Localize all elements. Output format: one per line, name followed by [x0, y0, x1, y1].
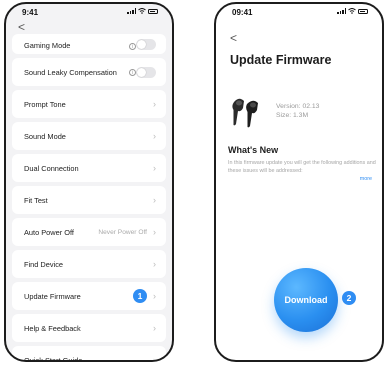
- chevron-right-icon: ›: [153, 131, 156, 141]
- chevron-right-icon: ›: [153, 195, 156, 205]
- chevron-right-icon: ›: [153, 323, 156, 333]
- settings-row-prompt-tone[interactable]: Prompt Tone ›: [12, 90, 166, 118]
- earbuds-image: [232, 98, 258, 128]
- back-button[interactable]: <: [18, 20, 25, 34]
- status-bar: 09:41: [216, 4, 382, 20]
- firmware-size: Size: 1.3M: [276, 112, 309, 119]
- settings-row-label: Sound Leaky Compensation: [24, 67, 117, 77]
- chevron-right-icon: ›: [153, 163, 156, 173]
- settings-row-label: Auto Power Off: [24, 227, 74, 237]
- toggle-switch[interactable]: [136, 39, 156, 50]
- settings-row-fit-test[interactable]: Fit Test ›: [12, 186, 166, 214]
- whats-new-heading: What's New: [228, 145, 279, 155]
- chevron-right-icon: ›: [153, 355, 156, 362]
- settings-row-value: Never Power Off: [98, 228, 147, 236]
- settings-row-label: Sound Mode: [24, 131, 66, 141]
- settings-row-label: Dual Connection: [24, 163, 79, 173]
- settings-row-quick-start-guide[interactable]: Quick Start Guide ›: [12, 346, 166, 362]
- whats-new-description: In this firmware update you will get the…: [228, 160, 376, 174]
- chevron-right-icon: ›: [153, 291, 156, 301]
- signal-icon: [127, 8, 136, 14]
- settings-row-update-firmware[interactable]: Update Firmware 1 ›: [12, 282, 166, 310]
- settings-row-help-feedback[interactable]: Help & Feedback ›: [12, 314, 166, 342]
- info-icon[interactable]: i: [129, 68, 136, 76]
- settings-row-dual-connection[interactable]: Dual Connection ›: [12, 154, 166, 182]
- battery-icon: [358, 8, 368, 14]
- settings-row-sound-leaky-compensation[interactable]: Sound Leaky Compensation i: [12, 58, 166, 86]
- signal-icon: [337, 8, 346, 14]
- step-badge: 2: [342, 291, 356, 305]
- firmware-version: Version: 02.13: [276, 103, 320, 110]
- settings-row-label: Fit Test: [24, 195, 48, 205]
- chevron-right-icon: ›: [153, 259, 156, 269]
- chevron-right-icon: ›: [153, 227, 156, 237]
- settings-row-label: Find Device: [24, 259, 64, 269]
- status-icons: [337, 8, 368, 14]
- settings-row-label: Help & Feedback: [24, 323, 81, 333]
- settings-row-auto-power-off[interactable]: Auto Power Off Never Power Off ›: [12, 218, 166, 246]
- back-button[interactable]: <: [230, 31, 237, 45]
- settings-row-sound-mode[interactable]: Sound Mode ›: [12, 122, 166, 150]
- more-link[interactable]: more: [360, 176, 372, 182]
- status-bar: 9:41: [6, 4, 172, 20]
- settings-list: Gaming Mode i Sound Leaky Compensation i Pro…: [12, 34, 166, 362]
- status-icons: [127, 8, 158, 14]
- info-icon[interactable]: i: [129, 43, 136, 50]
- firmware-details: Version: 02.13 Size: 1.3M: [276, 102, 319, 120]
- settings-row-label: Quick Start Guide: [24, 355, 83, 362]
- wifi-icon: [348, 8, 356, 14]
- wifi-icon: [138, 8, 146, 14]
- settings-row-gaming-mode[interactable]: Gaming Mode i: [12, 34, 166, 54]
- firmware-info: Version: 02.13 Size: 1.3M: [230, 92, 370, 132]
- chevron-right-icon: ›: [153, 99, 156, 109]
- step-badge: 1: [133, 289, 147, 303]
- settings-row-label: Gaming Mode: [24, 41, 71, 50]
- toggle-switch[interactable]: [136, 66, 156, 78]
- settings-row-find-device[interactable]: Find Device ›: [12, 250, 166, 278]
- status-time: 9:41: [22, 8, 39, 17]
- settings-row-label: Prompt Tone: [24, 99, 66, 109]
- firmware-phone-screen: 09:41 < Update Firmware Version: 02.13 S…: [214, 2, 384, 362]
- settings-row-label: Update Firmware: [24, 291, 81, 301]
- status-time: 09:41: [232, 8, 253, 17]
- battery-icon: [148, 8, 158, 14]
- download-button[interactable]: Download: [274, 268, 338, 332]
- page-title: Update Firmware: [230, 53, 332, 67]
- settings-phone-screen: 9:41 < Gaming Mode i Sound Leaky Compensat…: [4, 2, 174, 362]
